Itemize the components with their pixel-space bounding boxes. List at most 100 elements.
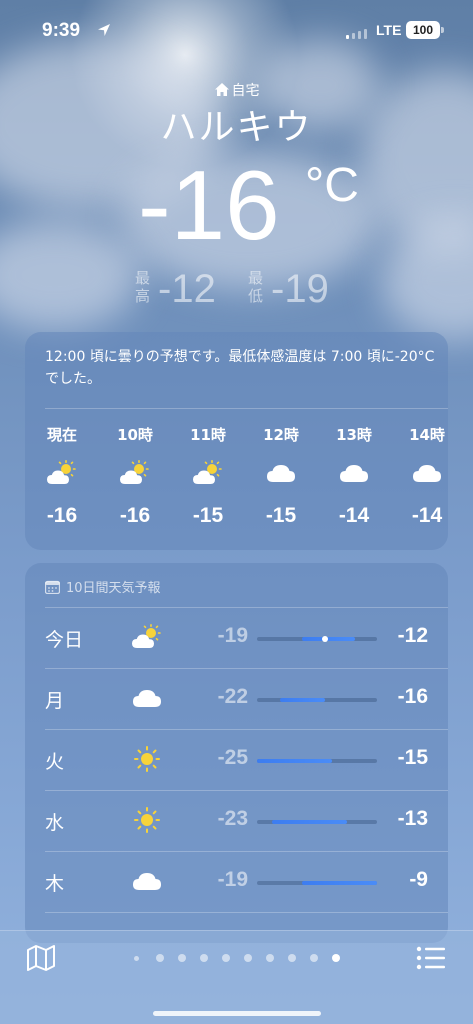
home-icon xyxy=(214,83,229,96)
hourly-forecast-card[interactable]: 12:00 頃に曇りの予想です。最低体感温度は 7:00 頃に-20°C でした… xyxy=(25,332,448,550)
hour-temp: -16 xyxy=(46,504,78,527)
temp-range-bar xyxy=(257,881,377,885)
temp-range-bar xyxy=(257,698,377,702)
hour-item: 現在 -16 xyxy=(32,424,92,534)
day-row[interactable]: 今日 -19 -12 xyxy=(25,607,448,668)
cellular-signal-icon xyxy=(346,29,367,39)
day-low-temp: -19 xyxy=(217,624,248,647)
sun-icon xyxy=(131,745,163,773)
calendar-icon xyxy=(44,580,61,595)
status-time: 9:39 xyxy=(42,20,81,41)
high-label: 最高 xyxy=(135,269,151,305)
day-high-temp: -9 xyxy=(409,868,428,891)
temp-range-fill xyxy=(302,637,355,641)
hour-label: 13時 xyxy=(336,426,372,444)
network-type: LTE xyxy=(376,22,402,38)
list-icon[interactable] xyxy=(416,945,446,971)
temperature-value: -16 xyxy=(138,150,280,260)
high-low-temps: 最高 -12 最低 -19 xyxy=(0,265,473,315)
day-high-temp: -12 xyxy=(397,624,428,647)
ten-day-header: 10日間天気予報 xyxy=(44,577,161,596)
hour-item: 14時 -14 xyxy=(397,424,448,534)
day-low-temp: -25 xyxy=(217,746,248,769)
divider xyxy=(45,408,448,409)
cloud-icon xyxy=(265,460,297,486)
partly-cloudy-icon xyxy=(46,460,78,486)
day-row[interactable]: 水 -23 -13 xyxy=(25,790,448,851)
page-dot[interactable] xyxy=(244,954,252,962)
forecast-summary: 12:00 頃に曇りの予想です。最低体感温度は 7:00 頃に-20°C でした… xyxy=(45,349,435,387)
day-name: 木 xyxy=(45,873,65,895)
status-bar: 9:39 LTE 100 xyxy=(0,0,473,60)
page-dot[interactable] xyxy=(134,956,139,961)
hour-label: 11時 xyxy=(190,426,226,444)
page-dot[interactable] xyxy=(266,954,274,962)
hourly-list[interactable]: 現在 -16 10時 -16 11時 -15 12時 -15 13時 -14 1… xyxy=(25,424,448,534)
day-low-temp: -22 xyxy=(217,685,248,708)
partly-cloudy-icon xyxy=(131,623,163,651)
battery-indicator: 100 xyxy=(406,21,440,39)
hour-label: 現在 xyxy=(46,426,77,444)
city-name: ハルキウ xyxy=(160,107,313,148)
page-dot[interactable] xyxy=(222,954,230,962)
cloud-icon xyxy=(338,460,370,486)
hour-temp: -16 xyxy=(119,504,151,527)
temperature-unit: °C xyxy=(305,159,359,212)
current-temp-dot xyxy=(321,636,328,642)
hour-label: 10時 xyxy=(117,426,153,444)
day-name: 今日 xyxy=(45,629,84,651)
cloud-icon xyxy=(411,460,443,486)
day-name: 火 xyxy=(45,751,65,773)
sun-icon xyxy=(131,806,163,834)
home-indicator xyxy=(153,1011,321,1016)
home-location-label: 自宅 xyxy=(0,80,473,100)
map-icon[interactable] xyxy=(26,944,56,972)
temp-range-bar xyxy=(257,759,377,763)
page-dot-active[interactable] xyxy=(332,954,340,962)
hour-item: 11時 -15 xyxy=(178,424,238,534)
temp-range-bar xyxy=(257,820,377,824)
ten-day-forecast-card[interactable]: 10日間天気予報 今日 -19 -12 月 -22 -16 火 -25 -15 … xyxy=(25,563,448,943)
day-low-temp: -23 xyxy=(217,807,248,830)
temp-range-fill xyxy=(302,881,377,885)
hour-item: 13時 -14 xyxy=(324,424,384,534)
low-label: 最低 xyxy=(248,269,264,305)
hour-item: 12時 -15 xyxy=(251,424,311,534)
high-value: -12 xyxy=(158,267,216,311)
home-label: 自宅 xyxy=(231,83,260,99)
battery-tip xyxy=(441,27,444,33)
low-value: -19 xyxy=(271,267,329,311)
current-temperature: -16 °C xyxy=(0,150,473,260)
divider xyxy=(45,912,448,913)
hour-temp: -15 xyxy=(265,504,297,527)
location-arrow-icon xyxy=(98,24,110,36)
bottom-toolbar xyxy=(0,930,473,1024)
day-row[interactable]: 月 -22 -16 xyxy=(25,668,448,729)
page-dot[interactable] xyxy=(178,954,186,962)
hour-temp: -15 xyxy=(192,504,224,527)
day-name: 水 xyxy=(45,812,65,834)
temp-range-fill xyxy=(279,698,325,702)
day-row[interactable]: 木 -19 -9 xyxy=(25,851,448,912)
hour-label: 12時 xyxy=(263,426,299,444)
hour-temp: -14 xyxy=(338,504,370,527)
page-dot[interactable] xyxy=(200,954,208,962)
hour-temp: -14 xyxy=(411,504,443,527)
day-high-temp: -15 xyxy=(397,746,428,769)
page-indicator[interactable] xyxy=(134,952,344,964)
temp-range-fill xyxy=(257,759,332,763)
hour-item: 10時 -16 xyxy=(105,424,165,534)
page-dot[interactable] xyxy=(156,954,164,962)
day-low-temp: -19 xyxy=(217,868,248,891)
temp-range-fill xyxy=(272,820,347,824)
day-high-temp: -16 xyxy=(397,685,428,708)
page-dot[interactable] xyxy=(288,954,296,962)
partly-cloudy-icon xyxy=(192,460,224,486)
day-name: 月 xyxy=(45,690,65,712)
day-row[interactable]: 火 -25 -15 xyxy=(25,729,448,790)
page-dot[interactable] xyxy=(310,954,318,962)
ten-day-title: 10日間天気予報 xyxy=(66,581,161,596)
cloud-icon xyxy=(131,867,163,895)
partly-cloudy-icon xyxy=(119,460,151,486)
hour-label: 14時 xyxy=(409,426,445,444)
